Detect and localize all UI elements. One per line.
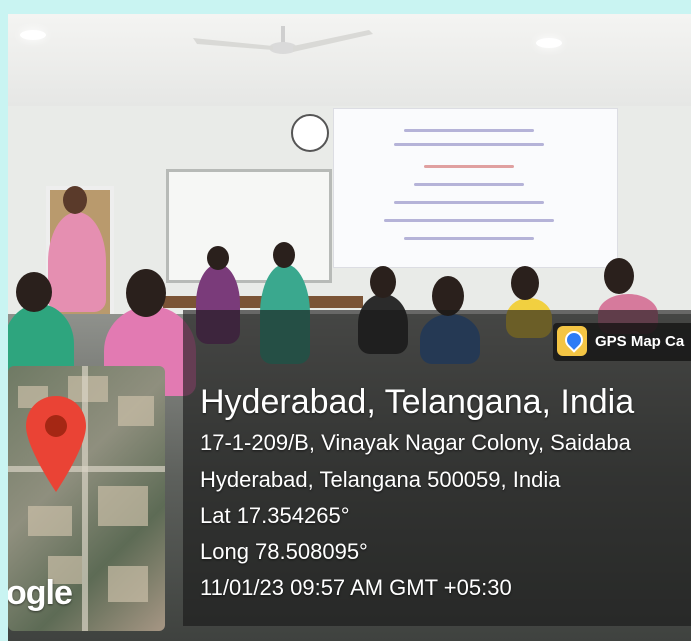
ceiling-light: [536, 38, 562, 48]
map-pin-icon: [557, 326, 587, 356]
app-name: GPS Map Ca: [595, 333, 685, 350]
latitude-label: Lat 17.354265°: [200, 503, 350, 528]
ceiling-light: [20, 30, 46, 40]
projector-screen: [333, 108, 618, 268]
timestamp-label: 11/01/23 09:57 AM GMT +05:30: [200, 575, 512, 600]
speaker-head: [63, 186, 87, 214]
whiteboard: [166, 169, 332, 283]
speaker: [48, 212, 106, 312]
location-pin-icon: [26, 396, 86, 492]
wall-clock: [291, 114, 329, 152]
google-logo: ogle: [8, 574, 73, 612]
address-line-1: 17-1-209/B, Vinayak Nagar Colony, Saidab…: [200, 430, 631, 455]
gps-map-camera-badge: GPS Map Ca: [553, 323, 691, 361]
satellite-map-thumbnail: ogle: [8, 366, 165, 631]
address-line-2: Hyderabad, Telangana 500059, India: [200, 467, 561, 492]
longitude-label: Long 78.508095°: [200, 539, 368, 564]
ceiling-fan: [193, 26, 373, 54]
location-title: Hyderabad, Telangana, India: [200, 383, 635, 421]
